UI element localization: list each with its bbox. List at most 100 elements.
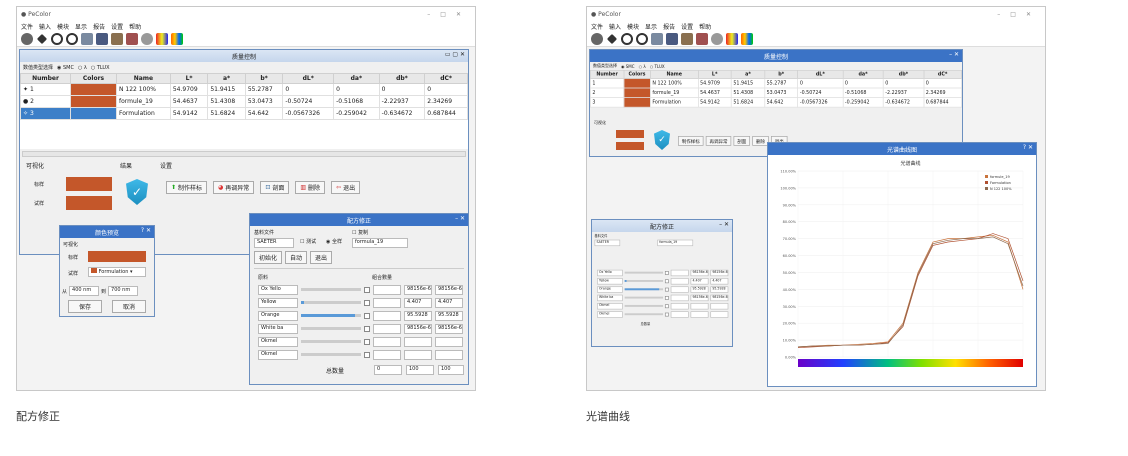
exit-button[interactable]: ⇦ 退出 bbox=[331, 181, 361, 194]
table-row[interactable]: ✧ 3 Formulation 54.9142 51.6824 54.642 -… bbox=[20, 107, 468, 120]
material-amount-input[interactable] bbox=[670, 294, 689, 301]
menu-file[interactable]: 文件 bbox=[591, 22, 603, 31]
material-select[interactable]: Ox Yello bbox=[597, 269, 623, 276]
trial-select[interactable]: Formulation ▾ bbox=[88, 267, 146, 277]
material-slider[interactable] bbox=[301, 353, 361, 356]
material-amount-input[interactable] bbox=[670, 311, 689, 318]
col-dl[interactable]: dL* bbox=[282, 73, 335, 84]
ring-icon[interactable] bbox=[66, 32, 78, 45]
material-amount-input[interactable] bbox=[373, 323, 401, 334]
close-icon[interactable]: ? ✕ bbox=[141, 227, 151, 234]
table-row[interactable]: ✦ 1 N 122 100% 54.9709 51.9415 55.2787 0… bbox=[20, 83, 468, 96]
spectrum-icon[interactable] bbox=[726, 32, 738, 45]
color-grid-icon[interactable] bbox=[171, 32, 183, 45]
table-row[interactable]: ● 2 formule_19 54.4637 51.4308 53.0473 -… bbox=[20, 95, 468, 108]
pen-icon[interactable] bbox=[606, 33, 618, 44]
material-amount-input[interactable] bbox=[670, 269, 689, 276]
spectrum-icon[interactable] bbox=[156, 32, 168, 45]
to-select[interactable]: 700 nm bbox=[108, 286, 139, 296]
table-row[interactable]: 2 formule_19 54.4637 51.4308 53.0473 -0.50724… bbox=[590, 87, 963, 98]
material-slider[interactable] bbox=[624, 304, 664, 307]
col-b[interactable]: b* bbox=[244, 73, 284, 84]
material-slider[interactable] bbox=[624, 280, 664, 282]
material-amount-input[interactable] bbox=[373, 297, 401, 308]
database-icon[interactable] bbox=[651, 32, 663, 45]
copy-checkbox[interactable]: ☐ 复制 bbox=[352, 229, 368, 236]
material-select[interactable]: Yellow bbox=[258, 297, 298, 308]
col-l[interactable]: L* bbox=[169, 73, 209, 84]
material-slider[interactable] bbox=[301, 327, 361, 330]
material-select[interactable]: Orange bbox=[597, 286, 623, 293]
table-row[interactable]: 3 Formulation 54.9142 51.6824 54.642 -0.05673… bbox=[590, 97, 963, 108]
material-amount-input[interactable] bbox=[670, 302, 689, 310]
window-controls[interactable]: – ✕ bbox=[719, 221, 729, 228]
menu-file[interactable]: 文件 bbox=[21, 22, 33, 31]
window-controls[interactable]: ▭ ▢ ✕ bbox=[445, 51, 465, 58]
material-slider[interactable] bbox=[624, 271, 664, 274]
lock-checkbox[interactable] bbox=[664, 270, 669, 275]
menu-report[interactable]: 报告 bbox=[93, 22, 105, 31]
chart-icon[interactable] bbox=[666, 32, 678, 45]
ring-icon[interactable] bbox=[636, 32, 648, 45]
total-input-3[interactable]: 100 bbox=[438, 365, 464, 375]
palette-icon[interactable] bbox=[111, 32, 123, 45]
material-select[interactable]: Okmel bbox=[258, 336, 298, 347]
recalc-button[interactable]: 再调异常 bbox=[705, 136, 732, 146]
material-value-b[interactable] bbox=[435, 349, 463, 360]
material-slider[interactable] bbox=[301, 288, 361, 291]
menu-input[interactable]: 输入 bbox=[39, 22, 51, 31]
cancel-button[interactable]: 取消 bbox=[112, 300, 146, 313]
lock-checkbox[interactable] bbox=[664, 279, 669, 283]
target-icon[interactable] bbox=[21, 32, 33, 45]
lock-checkbox[interactable] bbox=[664, 312, 669, 317]
total-input-1[interactable]: 0 bbox=[374, 365, 402, 375]
profile-button[interactable]: 剖面 bbox=[733, 136, 751, 146]
material-select[interactable]: Ox Yello bbox=[258, 284, 298, 295]
database-icon[interactable] bbox=[81, 32, 93, 45]
material-value-b[interactable] bbox=[710, 311, 729, 318]
menu-input[interactable]: 输入 bbox=[609, 22, 621, 31]
file-select[interactable]: SAETER bbox=[254, 238, 294, 248]
horizontal-scrollbar[interactable] bbox=[22, 151, 466, 157]
material-amount-input[interactable] bbox=[373, 284, 401, 295]
material-value-b[interactable]: 95.5928 bbox=[710, 286, 729, 293]
exit-button[interactable]: 退出 bbox=[310, 251, 333, 264]
chart-icon[interactable] bbox=[96, 32, 108, 45]
material-value-a[interactable]: 95.5928 bbox=[690, 286, 709, 293]
material-value-a[interactable] bbox=[404, 349, 432, 360]
make-standard-button[interactable]: 制作样标 bbox=[678, 136, 704, 146]
brush-icon[interactable] bbox=[696, 32, 708, 45]
material-value-b[interactable]: 98156e-6 bbox=[435, 284, 463, 295]
material-select[interactable]: Yellow bbox=[597, 277, 623, 285]
col-a[interactable]: a* bbox=[207, 73, 246, 84]
material-amount-input[interactable] bbox=[670, 277, 689, 285]
lock-checkbox[interactable] bbox=[364, 351, 370, 358]
material-slider[interactable] bbox=[301, 314, 361, 317]
material-value-a[interactable]: 98156e-6 bbox=[690, 294, 709, 301]
mode-smc-radio[interactable]: ◉ SMC bbox=[57, 65, 74, 71]
material-amount-input[interactable] bbox=[670, 286, 689, 293]
col-colors[interactable]: Colors bbox=[70, 73, 117, 84]
material-value-a[interactable]: 95.5928 bbox=[404, 310, 432, 321]
menu-settings[interactable]: 设置 bbox=[111, 22, 123, 31]
menu-help[interactable]: 帮助 bbox=[129, 22, 141, 31]
lock-checkbox[interactable] bbox=[364, 325, 370, 332]
material-value-b[interactable]: 98156e-6 bbox=[710, 269, 729, 276]
circle-icon[interactable] bbox=[51, 32, 63, 45]
pen-icon[interactable] bbox=[36, 33, 48, 44]
material-select[interactable]: White ba bbox=[258, 323, 298, 334]
menu-module[interactable]: 模块 bbox=[627, 22, 639, 31]
material-slider[interactable] bbox=[624, 288, 664, 291]
lock-checkbox[interactable] bbox=[364, 299, 370, 306]
lock-checkbox[interactable] bbox=[664, 287, 669, 292]
material-amount-input[interactable] bbox=[373, 310, 401, 321]
material-slider[interactable] bbox=[301, 301, 361, 304]
mode-tlux-radio[interactable]: ○ TLUX bbox=[91, 65, 110, 71]
lock-checkbox[interactable] bbox=[364, 286, 370, 293]
material-value-b[interactable]: 4.407 bbox=[710, 277, 729, 285]
material-slider[interactable] bbox=[301, 340, 361, 343]
material-value-a[interactable] bbox=[404, 336, 432, 347]
material-value-b[interactable]: 4.407 bbox=[435, 297, 463, 308]
test-checkbox[interactable]: ☐ 测试 bbox=[300, 238, 316, 245]
color-grid-icon[interactable] bbox=[741, 32, 753, 45]
